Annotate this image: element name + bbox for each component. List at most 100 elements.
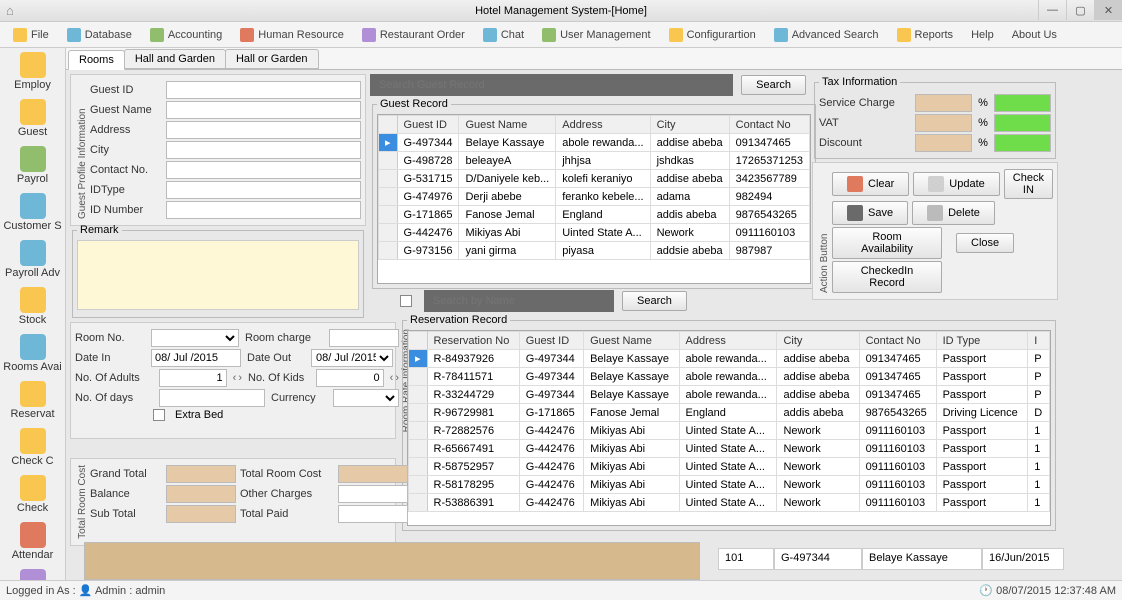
tax-amount-input[interactable] xyxy=(994,94,1051,112)
nav-employ[interactable]: Employ xyxy=(0,48,65,95)
col-guest-name[interactable]: Guest Name xyxy=(459,116,556,134)
dateout-combo[interactable]: 08/ Jul /2015 xyxy=(311,349,393,367)
tab-hall-and-garden[interactable]: Hall and Garden xyxy=(124,49,226,69)
table-row[interactable]: G-973156yani girmapiyasaaddsie abeba9879… xyxy=(379,242,810,260)
col-guest-id[interactable]: Guest ID xyxy=(519,332,583,350)
nav-guest[interactable]: Guest xyxy=(0,95,65,142)
col-contact-no[interactable]: Contact No xyxy=(859,332,936,350)
menu-reports[interactable]: Reports xyxy=(890,25,961,45)
col-reservation-no[interactable]: Reservation No xyxy=(427,332,519,350)
col-address[interactable]: Address xyxy=(679,332,777,350)
reservation-table-wrap[interactable]: Reservation NoGuest IDGuest NameAddressC… xyxy=(407,330,1051,526)
roomno-combo[interactable] xyxy=(151,329,239,347)
table-row[interactable]: G-442476Mikiyas AbiUinted State A...Newo… xyxy=(379,224,810,242)
table-row[interactable]: G-474976Derji abebeferanko kebele...adam… xyxy=(379,188,810,206)
nav-attendar[interactable]: Attendar xyxy=(0,518,65,565)
nav-payroll-adv[interactable]: Payroll Adv xyxy=(0,236,65,283)
table-row[interactable]: R-33244729G-497344Belaye Kassayeabole re… xyxy=(409,386,1050,404)
table-row[interactable]: R-58178295G-442476Mikiyas AbiUinted Stat… xyxy=(409,476,1050,494)
nav-rooms-avai[interactable]: Rooms Avai xyxy=(0,330,65,377)
guest-record-table[interactable]: Guest IDGuest NameAddressCityContact No▸… xyxy=(378,115,810,260)
table-row[interactable]: R-78411571G-497344Belaye Kassayeabole re… xyxy=(409,368,1050,386)
tax-rate-input[interactable] xyxy=(915,94,972,112)
clear-button[interactable]: Clear xyxy=(832,172,909,196)
table-row[interactable]: R-72882576G-442476Mikiyas AbiUinted Stat… xyxy=(409,422,1050,440)
datein-input[interactable] xyxy=(151,349,241,367)
remark-textarea[interactable] xyxy=(77,240,359,310)
table-row[interactable]: R-96729981G-171865Fanose JemalEnglandadd… xyxy=(409,404,1050,422)
menu-about-us[interactable]: About Us xyxy=(1005,26,1064,44)
other-input[interactable] xyxy=(338,485,408,503)
save-button[interactable]: Save xyxy=(832,201,908,225)
home-icon[interactable]: ⌂ xyxy=(6,3,14,18)
menu-user-management[interactable]: User Management xyxy=(535,25,658,45)
table-row[interactable]: ▸G-497344Belaye Kassayeabole rewanda...a… xyxy=(379,134,810,152)
adults-spinner[interactable]: ‹› xyxy=(233,372,242,384)
roomcost-input[interactable] xyxy=(338,465,408,483)
col-guest-id[interactable]: Guest ID xyxy=(397,116,459,134)
col-city[interactable]: City xyxy=(777,332,859,350)
field-input-idtype[interactable] xyxy=(166,181,361,199)
search-guest-input[interactable] xyxy=(376,76,727,94)
field-input-id-number[interactable] xyxy=(166,201,361,219)
minimize-button[interactable]: — xyxy=(1038,0,1066,20)
menu-human-resource[interactable]: Human Resource xyxy=(233,25,351,45)
table-row[interactable]: G-531715D/Daniyele keb...kolefi keraniyo… xyxy=(379,170,810,188)
tab-hall-or-garden[interactable]: Hall or Garden xyxy=(225,49,319,69)
menu-database[interactable]: Database xyxy=(60,25,139,45)
adults-input[interactable] xyxy=(159,369,227,387)
menu-file[interactable]: File xyxy=(6,25,56,45)
search-name-input[interactable] xyxy=(430,292,608,310)
col-address[interactable]: Address xyxy=(556,116,650,134)
tax-amount-input[interactable] xyxy=(994,134,1051,152)
nav-payrol[interactable]: Payrol xyxy=(0,142,65,189)
search-guest-button[interactable]: Search xyxy=(741,75,806,95)
field-input-guest-id[interactable] xyxy=(166,81,361,99)
tax-rate-input[interactable] xyxy=(915,134,972,152)
reservation-table[interactable]: Reservation NoGuest IDGuest NameAddressC… xyxy=(408,331,1050,512)
update-button[interactable]: Update xyxy=(913,172,999,196)
currency-combo[interactable] xyxy=(333,389,399,407)
nav-reservat[interactable]: Reservat xyxy=(0,377,65,424)
searchname-checkbox[interactable] xyxy=(400,295,412,307)
col-city[interactable]: City xyxy=(650,116,729,134)
guest-record-table-wrap[interactable]: Guest IDGuest NameAddressCityContact No▸… xyxy=(377,114,811,284)
kids-spinner[interactable]: ‹› xyxy=(390,372,399,384)
checkin-button[interactable]: Check IN xyxy=(1004,169,1053,199)
nav-customer-s[interactable]: Customer S xyxy=(0,189,65,236)
paid-input[interactable] xyxy=(338,505,408,523)
field-input-address[interactable] xyxy=(166,121,361,139)
field-input-contact-no-[interactable] xyxy=(166,161,361,179)
nav-stock[interactable]: Stock xyxy=(0,283,65,330)
search-name-button[interactable]: Search xyxy=(622,291,687,311)
col-guest-name[interactable]: Guest Name xyxy=(584,332,679,350)
field-input-city[interactable] xyxy=(166,141,361,159)
col-id-type[interactable]: ID Type xyxy=(936,332,1028,350)
menu-advanced-search[interactable]: Advanced Search xyxy=(767,25,886,45)
menu-help[interactable]: Help xyxy=(964,26,1001,44)
close-button[interactable]: Close xyxy=(956,233,1014,253)
table-row[interactable]: G-171865Fanose JemalEnglandaddis abeba98… xyxy=(379,206,810,224)
delete-button[interactable]: Delete xyxy=(912,201,995,225)
room-availability-button[interactable]: Room Availability xyxy=(832,227,942,259)
tax-amount-input[interactable] xyxy=(994,114,1051,132)
menu-restaurant-order[interactable]: Restaurant Order xyxy=(355,25,472,45)
balance-input[interactable] xyxy=(166,485,236,503)
col-contact-no[interactable]: Contact No xyxy=(729,116,809,134)
maximize-button[interactable]: ▢ xyxy=(1066,0,1094,20)
table-row[interactable]: R-53886391G-442476Mikiyas AbiUinted Stat… xyxy=(409,494,1050,512)
extrabed-checkbox[interactable] xyxy=(153,409,165,421)
menu-accounting[interactable]: Accounting xyxy=(143,25,229,45)
checkedin-record-button[interactable]: CheckedIn Record xyxy=(832,261,942,293)
table-row[interactable]: R-65667491G-442476Mikiyas AbiUinted Stat… xyxy=(409,440,1050,458)
nav-check-c[interactable]: Check C xyxy=(0,424,65,471)
menu-configurartion[interactable]: Configurartion xyxy=(662,25,763,45)
menu-chat[interactable]: Chat xyxy=(476,25,531,45)
days-input[interactable] xyxy=(159,389,265,407)
tab-rooms[interactable]: Rooms xyxy=(68,50,125,70)
table-row[interactable]: ▸R-84937926G-497344Belaye Kassayeabole r… xyxy=(409,350,1050,368)
table-row[interactable]: G-498728beleayeAjhhjsajshdkas17265371253 xyxy=(379,152,810,170)
col-i[interactable]: I xyxy=(1028,332,1050,350)
table-row[interactable]: R-58752957G-442476Mikiyas AbiUinted Stat… xyxy=(409,458,1050,476)
kids-input[interactable] xyxy=(316,369,384,387)
